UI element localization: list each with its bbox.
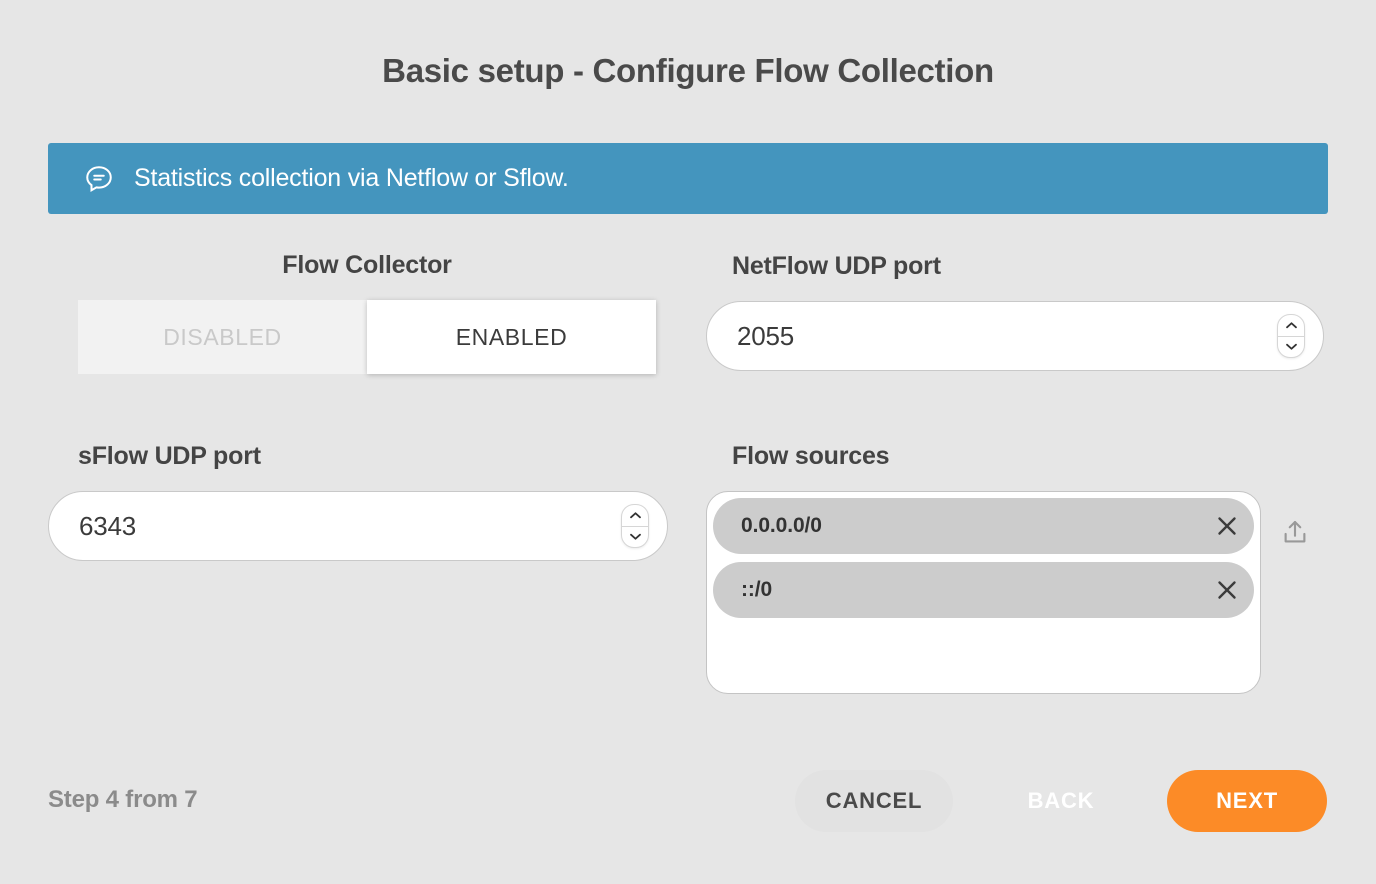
flow-collector-option-enabled[interactable]: ENABLED — [367, 300, 656, 374]
sflow-port-stepper[interactable] — [621, 504, 649, 548]
back-button[interactable]: BACK — [1000, 770, 1122, 832]
info-banner: Statistics collection via Netflow or Sfl… — [48, 143, 1328, 214]
flow-source-chip-value: ::/0 — [741, 578, 773, 601]
chevron-up-icon[interactable] — [622, 505, 648, 527]
flow-collector-option-disabled[interactable]: DISABLED — [78, 300, 367, 374]
netflow-port-label: NetFlow UDP port — [732, 252, 941, 280]
flow-collector-segmented-control[interactable]: DISABLED ENABLED — [78, 300, 656, 374]
flow-collector-label: Flow Collector — [282, 251, 452, 279]
upload-icon[interactable] — [1277, 514, 1313, 550]
chevron-down-icon[interactable] — [1278, 337, 1304, 358]
step-indicator: Step 4 from 7 — [48, 786, 198, 813]
info-banner-text: Statistics collection via Netflow or Sfl… — [134, 164, 569, 192]
netflow-port-value[interactable]: 2055 — [737, 321, 1277, 352]
chevron-up-icon[interactable] — [1278, 315, 1304, 337]
flow-collector-label-wrap: Flow Collector — [78, 251, 656, 280]
close-icon[interactable] — [1200, 499, 1254, 553]
sflow-port-label: sFlow UDP port — [78, 442, 261, 470]
comment-bubble-icon — [84, 164, 114, 194]
close-icon[interactable] — [1200, 563, 1254, 617]
page-title: Basic setup - Configure Flow Collection — [382, 52, 994, 89]
cancel-button[interactable]: CANCEL — [795, 770, 953, 832]
flow-source-chip-value: 0.0.0.0/0 — [741, 514, 822, 537]
flow-source-chip[interactable]: ::/0 — [713, 562, 1254, 618]
chevron-down-icon[interactable] — [622, 527, 648, 548]
sflow-port-value[interactable]: 6343 — [79, 511, 621, 542]
flow-sources-label: Flow sources — [732, 442, 890, 470]
netflow-port-stepper[interactable] — [1277, 314, 1305, 358]
sflow-port-input[interactable]: 6343 — [48, 491, 668, 561]
netflow-port-input[interactable]: 2055 — [706, 301, 1324, 371]
flow-sources-list[interactable]: 0.0.0.0/0 ::/0 — [706, 491, 1261, 694]
flow-source-chip[interactable]: 0.0.0.0/0 — [713, 498, 1254, 554]
next-button[interactable]: NEXT — [1167, 770, 1327, 832]
